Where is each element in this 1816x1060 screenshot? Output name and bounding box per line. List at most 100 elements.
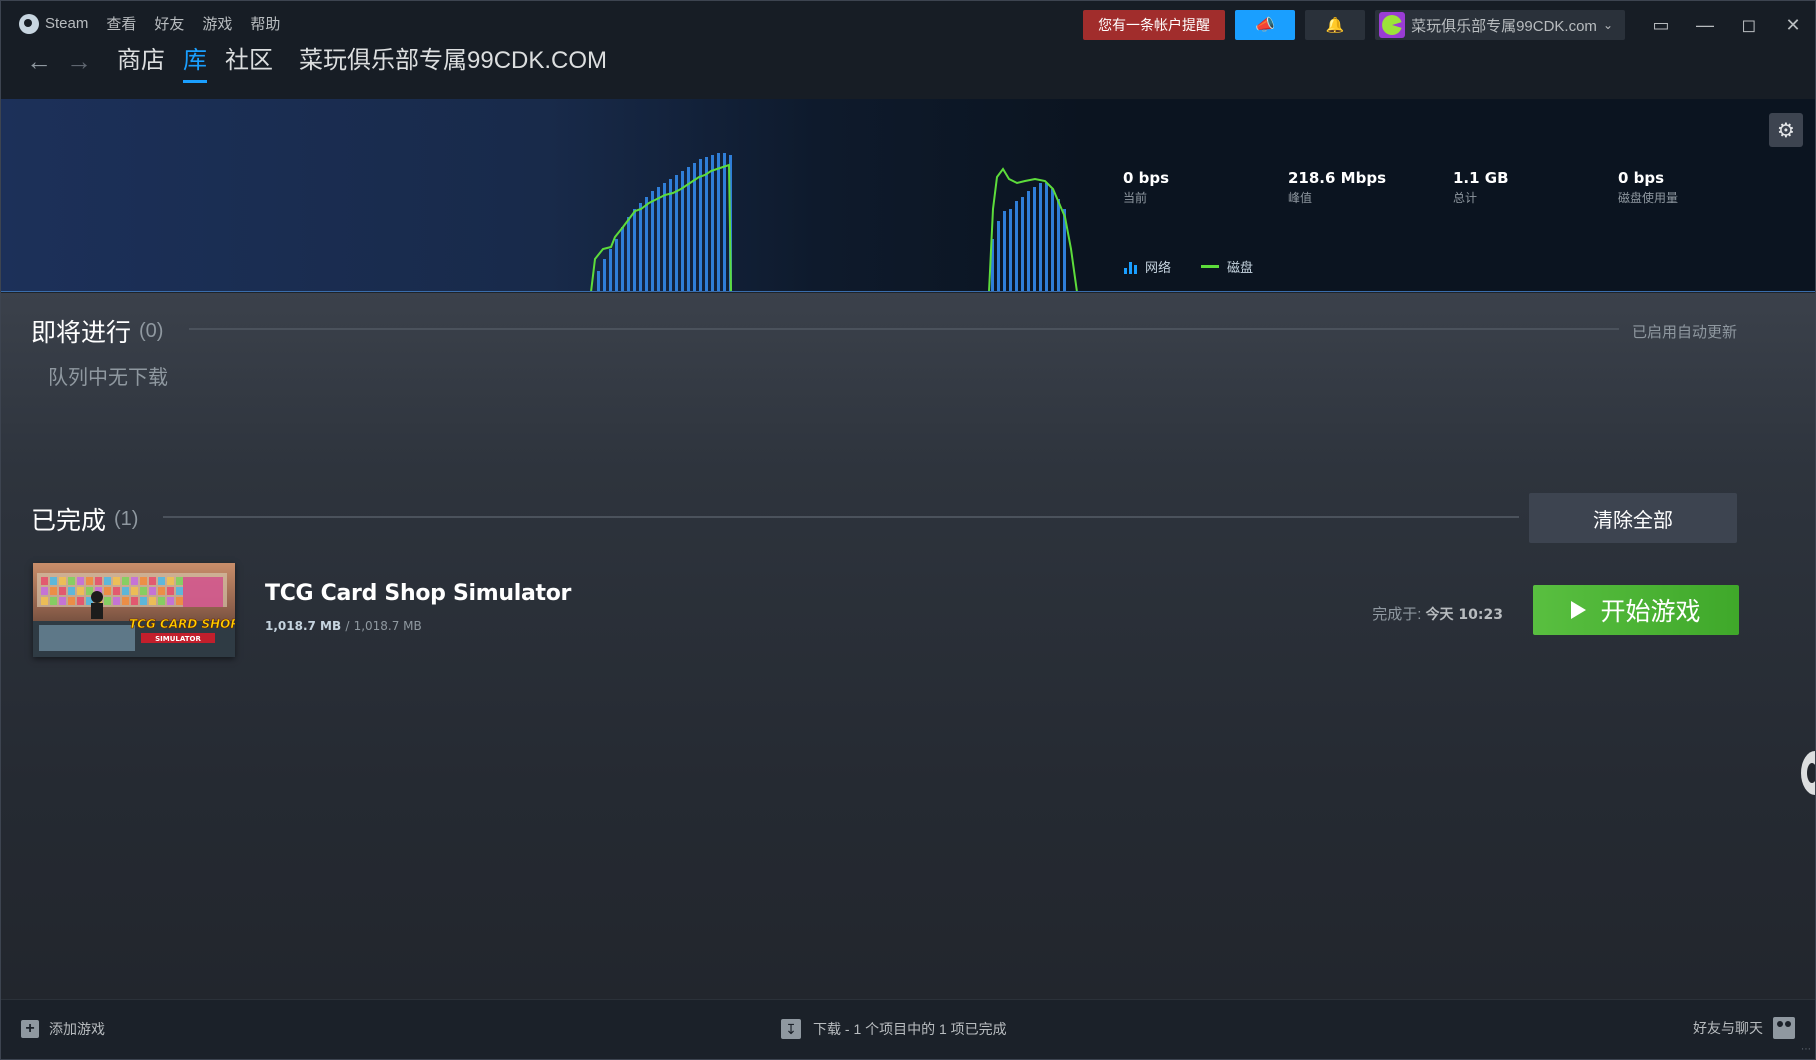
friends-icon <box>1773 1017 1795 1039</box>
network-bar <box>1021 197 1024 291</box>
notifications-button[interactable]: 🔔 <box>1305 10 1366 40</box>
menu-view[interactable]: 查看 <box>106 13 136 34</box>
network-bars <box>597 153 1066 291</box>
graph-legend: 网络 磁盘 <box>1124 257 1253 276</box>
completed-label: 完成于: <box>1372 606 1422 623</box>
capsule-card <box>140 587 147 595</box>
capsule-card <box>59 587 66 595</box>
tab-community[interactable]: 社区 <box>225 45 273 77</box>
network-bar <box>1051 189 1054 291</box>
menu-steam-label: Steam <box>45 14 89 32</box>
download-graph-panel: ⚙ 0 bps 当前 218.6 Mbps 峰值 1.1 GB 总计 0 bps… <box>1 99 1815 292</box>
arrow-left-icon[interactable]: ← <box>19 46 59 76</box>
stat-current: 0 bps 当前 <box>1123 169 1169 206</box>
capsule-card <box>68 597 75 605</box>
queue-section-header: 即将进行 (0) <box>31 313 163 349</box>
capsule-card <box>158 577 165 585</box>
network-bar <box>597 271 600 291</box>
settings-button[interactable]: ⚙ <box>1769 113 1803 147</box>
capsule-card <box>77 597 84 605</box>
network-bar <box>669 179 672 291</box>
tab-profile[interactable]: 菜玩俱乐部专属99CDK.COM <box>299 45 607 77</box>
disk-legend-icon <box>1201 265 1220 268</box>
download-status-text: 下载 - 1 个项目中的 1 项已完成 <box>813 1021 1007 1037</box>
network-bar <box>633 209 636 291</box>
capsule-card <box>50 587 57 595</box>
capsule-card <box>86 577 93 585</box>
stat-peak-label: 峰值 <box>1288 191 1313 205</box>
capsule-card <box>140 597 147 605</box>
tab-store[interactable]: 商店 <box>117 45 165 77</box>
size-separator: / <box>345 619 350 633</box>
stat-peak-value: 218.6 Mbps <box>1288 169 1386 187</box>
bell-icon: 🔔 <box>1325 17 1345 34</box>
network-bar <box>1009 209 1012 291</box>
arrow-right-icon[interactable]: → <box>59 46 99 76</box>
resize-grip-icon[interactable]: ⋯ <box>1801 1044 1811 1055</box>
capsule-card <box>122 587 129 595</box>
capsule-card <box>68 587 75 595</box>
download-status-button[interactable]: ↧ 下载 - 1 个项目中的 1 项已完成 <box>781 1019 1007 1039</box>
menu-bar: Steam 查看 好友 游戏 帮助 <box>19 13 280 34</box>
capsule-card <box>149 597 156 605</box>
capsule-card <box>122 597 129 605</box>
network-bar <box>693 163 696 291</box>
stat-peak: 218.6 Mbps 峰值 <box>1288 169 1386 206</box>
network-bar <box>609 249 612 291</box>
network-bar <box>627 217 630 291</box>
stat-total: 1.1 GB 总计 <box>1453 169 1509 206</box>
network-bar <box>1015 201 1018 291</box>
network-bar <box>699 159 702 291</box>
play-button[interactable]: 开始游戏 <box>1533 585 1739 635</box>
capsule-card <box>167 597 174 605</box>
menu-help[interactable]: 帮助 <box>250 13 280 34</box>
gear-icon: ⚙ <box>1777 119 1795 142</box>
capsule-card <box>113 587 120 595</box>
add-game-button[interactable]: + 添加游戏 <box>21 1019 105 1039</box>
capsule-card <box>176 587 183 595</box>
capsule-card <box>50 597 57 605</box>
menu-friends[interactable]: 好友 <box>154 13 184 34</box>
network-legend-icon <box>1124 260 1137 274</box>
account-alert-button[interactable]: 您有一条帐户提醒 <box>1083 10 1226 40</box>
account-menu-button[interactable]: 菜玩俱乐部专属99CDK.com ⌄ <box>1375 10 1625 40</box>
capsule-card <box>131 587 138 595</box>
plus-icon: + <box>21 1020 39 1038</box>
stat-disk: 0 bps 磁盘使用量 <box>1618 169 1678 206</box>
minimize-icon[interactable]: — <box>1683 15 1727 36</box>
network-bar <box>603 259 606 291</box>
steam-window: Steam 查看 好友 游戏 帮助 ← → 商店 库 社区 菜玩俱乐部专属99C… <box>0 0 1816 1060</box>
add-game-label: 添加游戏 <box>49 1021 105 1037</box>
capsule-card <box>50 577 57 585</box>
stat-disk-label: 磁盘使用量 <box>1618 191 1679 205</box>
network-bar <box>1033 187 1036 291</box>
game-title[interactable]: TCG Card Shop Simulator <box>265 581 571 606</box>
completed-item: TCG CARD SHOP SIMULATOR TCG Card Shop Si… <box>33 563 1739 659</box>
legend-network-label: 网络 <box>1145 260 1172 275</box>
auto-update-status: 已启用自动更新 <box>1631 324 1737 341</box>
menu-games[interactable]: 游戏 <box>202 13 232 34</box>
tab-library[interactable]: 库 <box>183 45 207 83</box>
main-nav: ← → 商店 库 社区 菜玩俱乐部专属99CDK.COM <box>19 45 607 83</box>
clear-all-button[interactable]: 清除全部 <box>1529 493 1737 543</box>
maximize-icon[interactable]: ◻ <box>1727 15 1771 36</box>
friends-chat-button[interactable]: 好友与聊天 <box>1693 1017 1795 1039</box>
close-icon[interactable]: ✕ <box>1771 15 1815 36</box>
capsule-card <box>113 597 120 605</box>
downloads-main: 即将进行 (0) 已启用自动更新 队列中无下载 已完成 (1) 清除全部 TCG… <box>1 293 1815 999</box>
capsule-card <box>104 597 111 605</box>
menu-steam[interactable]: Steam <box>19 13 89 34</box>
queue-title: 即将进行 <box>31 319 132 347</box>
network-bar <box>651 191 654 291</box>
game-capsule-image[interactable]: TCG CARD SHOP SIMULATOR <box>33 563 235 657</box>
capsule-card <box>167 577 174 585</box>
capsule-card <box>122 577 129 585</box>
network-bar <box>723 153 726 291</box>
big-picture-icon[interactable]: ▭ <box>1639 15 1683 36</box>
network-bar <box>1003 211 1006 291</box>
network-bar <box>657 187 660 291</box>
capsule-card <box>41 597 48 605</box>
completed-count: (1) <box>114 507 139 530</box>
announcements-button[interactable]: 📣 <box>1235 10 1296 40</box>
network-bar <box>1057 199 1060 291</box>
